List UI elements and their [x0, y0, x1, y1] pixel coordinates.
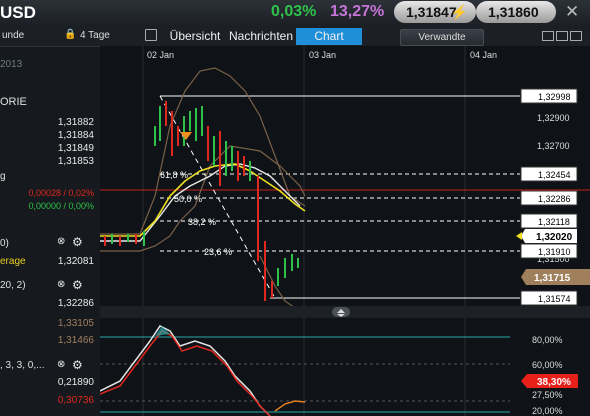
change-green: 0,00000 / 0,00%: [28, 201, 94, 211]
close-icon[interactable]: ✕: [565, 2, 579, 22]
lock-icon: 🔒: [64, 29, 77, 40]
year-label: 2013: [0, 59, 23, 70]
fib-label: 23,6 %: [204, 247, 232, 257]
stoch-current-value: 38,30%: [537, 377, 571, 388]
indicator-2-label: 20, 2): [0, 280, 26, 291]
pane-resize-icon[interactable]: [332, 307, 350, 317]
fib-label: 38,2 %: [188, 217, 216, 227]
stoch-current-box: 38,30%: [521, 374, 578, 388]
symbol-title: USD: [0, 3, 36, 22]
price-open: 1,31882: [57, 117, 94, 128]
fib-high-box: 1,32998: [520, 88, 578, 104]
fib-618-box: 1,32454: [520, 166, 578, 182]
settings-indicator-2-icon[interactable]: ⚙: [72, 278, 83, 292]
indicator-1-label: 0): [0, 238, 9, 249]
bb-middle: 1,32286: [57, 298, 94, 309]
close-indicator-1-icon[interactable]: ⊗: [57, 236, 65, 247]
bid-price: 1,31847: [406, 4, 457, 20]
fib-500-box: 1,32286: [520, 190, 578, 206]
bb-upper: 1,33105: [57, 318, 94, 329]
ask-button[interactable]: 1,31860: [476, 1, 556, 23]
price-low: 1,31849: [57, 143, 94, 154]
calendar-icon[interactable]: [145, 29, 157, 41]
window-max-icon[interactable]: [570, 31, 582, 41]
x-tick-label: 04 Jan: [470, 50, 497, 60]
fib-label: 61,8 %: [160, 170, 188, 180]
top-bar: USD 0,03% 13,27% 1,31847 ⚡ 1,31860 ✕: [0, 0, 590, 27]
last-price-box: 1,31715: [521, 269, 590, 285]
window-min-icon[interactable]: [542, 31, 554, 41]
avg-value: 1,32081: [57, 256, 94, 267]
fib-382-value: 1,32118: [538, 217, 570, 227]
category-label: ORIE: [0, 96, 27, 108]
fib-236-value: 1,31910: [538, 247, 571, 257]
x-tick-label: 02 Jan: [147, 50, 174, 60]
g-label: g: [0, 171, 6, 182]
settings-indicator-3-icon[interactable]: ⚙: [72, 358, 83, 372]
bb-lower: 1,31466: [57, 335, 94, 346]
close-indicator-3-icon[interactable]: ⊗: [57, 359, 65, 370]
period-label[interactable]: 4 Tage: [80, 30, 110, 41]
x-tick-label: 03 Jan: [309, 50, 336, 60]
price-high: 1,31884: [57, 130, 94, 141]
left-panel: 2013 ORIE 1,31882 1,31884 1,31849 1,3185…: [0, 47, 100, 416]
window-tile-icon[interactable]: [556, 31, 568, 41]
fib-500-value: 1,32286: [538, 194, 571, 204]
bid-arrow-icon: ⚡: [450, 4, 468, 20]
tab-news[interactable]: Nachrichten: [226, 28, 296, 45]
tab-chart[interactable]: Chart: [296, 28, 362, 45]
change-red: 0,00028 / 0,02%: [28, 188, 94, 198]
stoch-level-label: 27,50%: [532, 390, 563, 400]
current-price-box: 1,32020: [521, 229, 577, 243]
fib-618-value: 1,32454: [538, 170, 571, 180]
change-pct: 13,27%: [330, 3, 385, 20]
settings-indicator-1-icon[interactable]: ⚙: [72, 235, 83, 249]
stoch-level-label: 60,00%: [532, 360, 563, 370]
tab-overview[interactable]: Übersicht: [165, 28, 225, 45]
bid-button[interactable]: 1,31847 ⚡: [394, 1, 476, 23]
ask-price: 1,31860: [488, 4, 539, 20]
fib-low-value: 1,31574: [538, 294, 571, 304]
y-tick-label: 1,32700: [537, 141, 570, 151]
last-price-value: 1,31715: [534, 273, 571, 284]
y-tick-label: 1,32900: [537, 113, 570, 123]
current-price-value: 1,32020: [536, 232, 573, 243]
fib-236-box: 1,31910: [520, 243, 578, 259]
stoch-level-label: 20,00%: [532, 406, 563, 416]
close-indicator-2-icon[interactable]: ⊗: [57, 279, 65, 290]
left-label: unde: [2, 30, 25, 41]
indicator-3-label: , 3, 3, 0,...: [0, 360, 45, 371]
change-abs: 0,03%: [271, 3, 317, 20]
stoch-level-label: 80,00%: [532, 335, 563, 345]
price-chart[interactable]: 02 Jan 03 Jan 04 Jan 1,32900 1,32700 1,3…: [100, 46, 590, 416]
avg-label: erage: [0, 256, 26, 267]
stoch-value-2: 0,30736: [57, 395, 94, 406]
related-button[interactable]: Verwandte: [400, 29, 484, 46]
fib-382-box: 1,32118: [520, 213, 578, 229]
stoch-value-1: 0,21890: [57, 377, 94, 388]
fib-high-value: 1,32998: [538, 92, 571, 102]
price-close: 1,31853: [57, 156, 94, 167]
toolbar: unde 🔒 4 Tage Übersicht Nachrichten Char…: [0, 27, 590, 47]
fib-low-box: 1,31574: [520, 290, 578, 306]
